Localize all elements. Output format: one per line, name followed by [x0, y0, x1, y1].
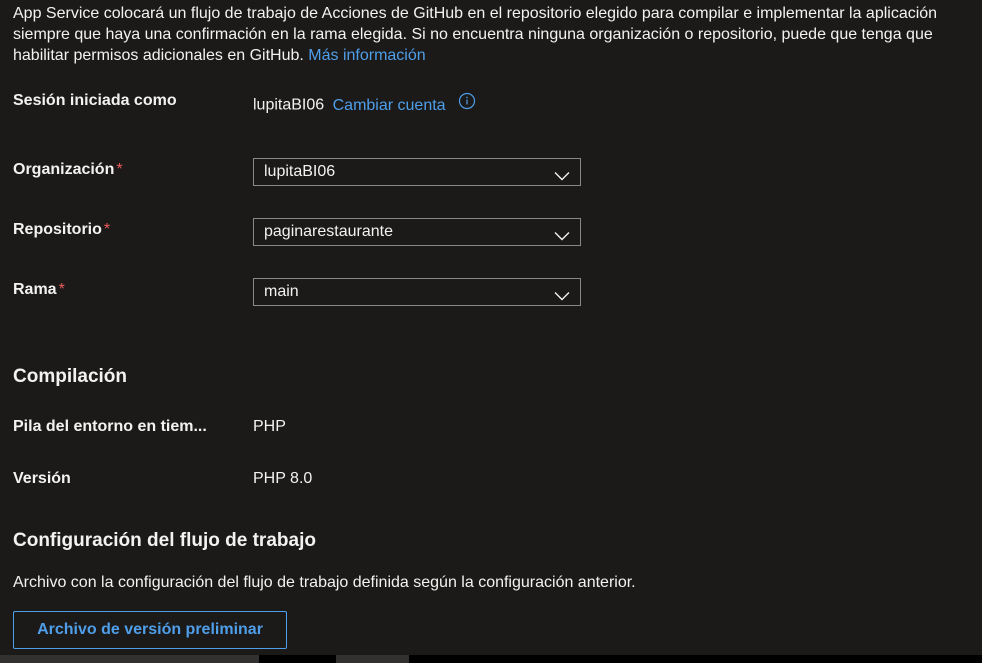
- bottom-bar-segment: [336, 655, 409, 663]
- organization-dropdown[interactable]: lupitaBI06: [253, 158, 581, 186]
- runtime-stack-label: Pila del entorno en tiem...: [13, 418, 207, 435]
- branch-value: main: [264, 283, 299, 300]
- chevron-down-icon: [554, 168, 570, 186]
- learn-more-link[interactable]: Más información: [308, 47, 425, 64]
- intro-text: App Service colocará un flujo de trabajo…: [13, 3, 943, 66]
- version-label: Versión: [13, 470, 71, 487]
- bottom-bar-segment: [259, 655, 336, 663]
- branch-dropdown[interactable]: main: [253, 278, 581, 306]
- repository-label-text: Repositorio: [13, 221, 102, 238]
- signed-in-label: Sesión iniciada como: [13, 92, 177, 109]
- change-account-link[interactable]: Cambiar cuenta: [333, 97, 446, 114]
- runtime-stack-value: PHP: [253, 418, 286, 435]
- required-marker: *: [116, 161, 123, 178]
- repository-dropdown[interactable]: paginarestaurante: [253, 218, 581, 246]
- organization-value: lupitaBI06: [264, 163, 336, 180]
- repository-value: paginarestaurante: [264, 223, 393, 240]
- bottom-bar-segment: [0, 655, 259, 663]
- signed-in-user: lupitaBI06: [253, 96, 325, 114]
- chevron-down-icon: [554, 288, 570, 306]
- required-marker: *: [103, 221, 111, 238]
- bottom-bar-segment: [409, 655, 982, 663]
- intro-description: App Service colocará un flujo de trabajo…: [13, 5, 938, 64]
- workflow-description: Archivo con la configuración del flujo d…: [13, 574, 636, 591]
- workflow-section-title: Configuración del flujo de trabajo: [13, 530, 316, 551]
- organization-label-text: Organización: [13, 161, 115, 178]
- version-value: PHP 8.0: [253, 470, 313, 487]
- build-section-title: Compilación: [13, 366, 128, 387]
- repository-label: Repositorio *: [13, 221, 110, 239]
- chevron-down-icon: [554, 228, 570, 246]
- branch-label-text: Rama: [13, 281, 57, 298]
- signed-in-value: lupitaBI06 Cambiar cuenta: [253, 92, 476, 115]
- info-icon[interactable]: [458, 92, 476, 115]
- required-marker: *: [58, 281, 65, 298]
- branch-label: Rama *: [13, 281, 65, 299]
- preview-file-button[interactable]: Archivo de versión preliminar: [13, 611, 287, 649]
- organization-label: Organización *: [13, 161, 123, 179]
